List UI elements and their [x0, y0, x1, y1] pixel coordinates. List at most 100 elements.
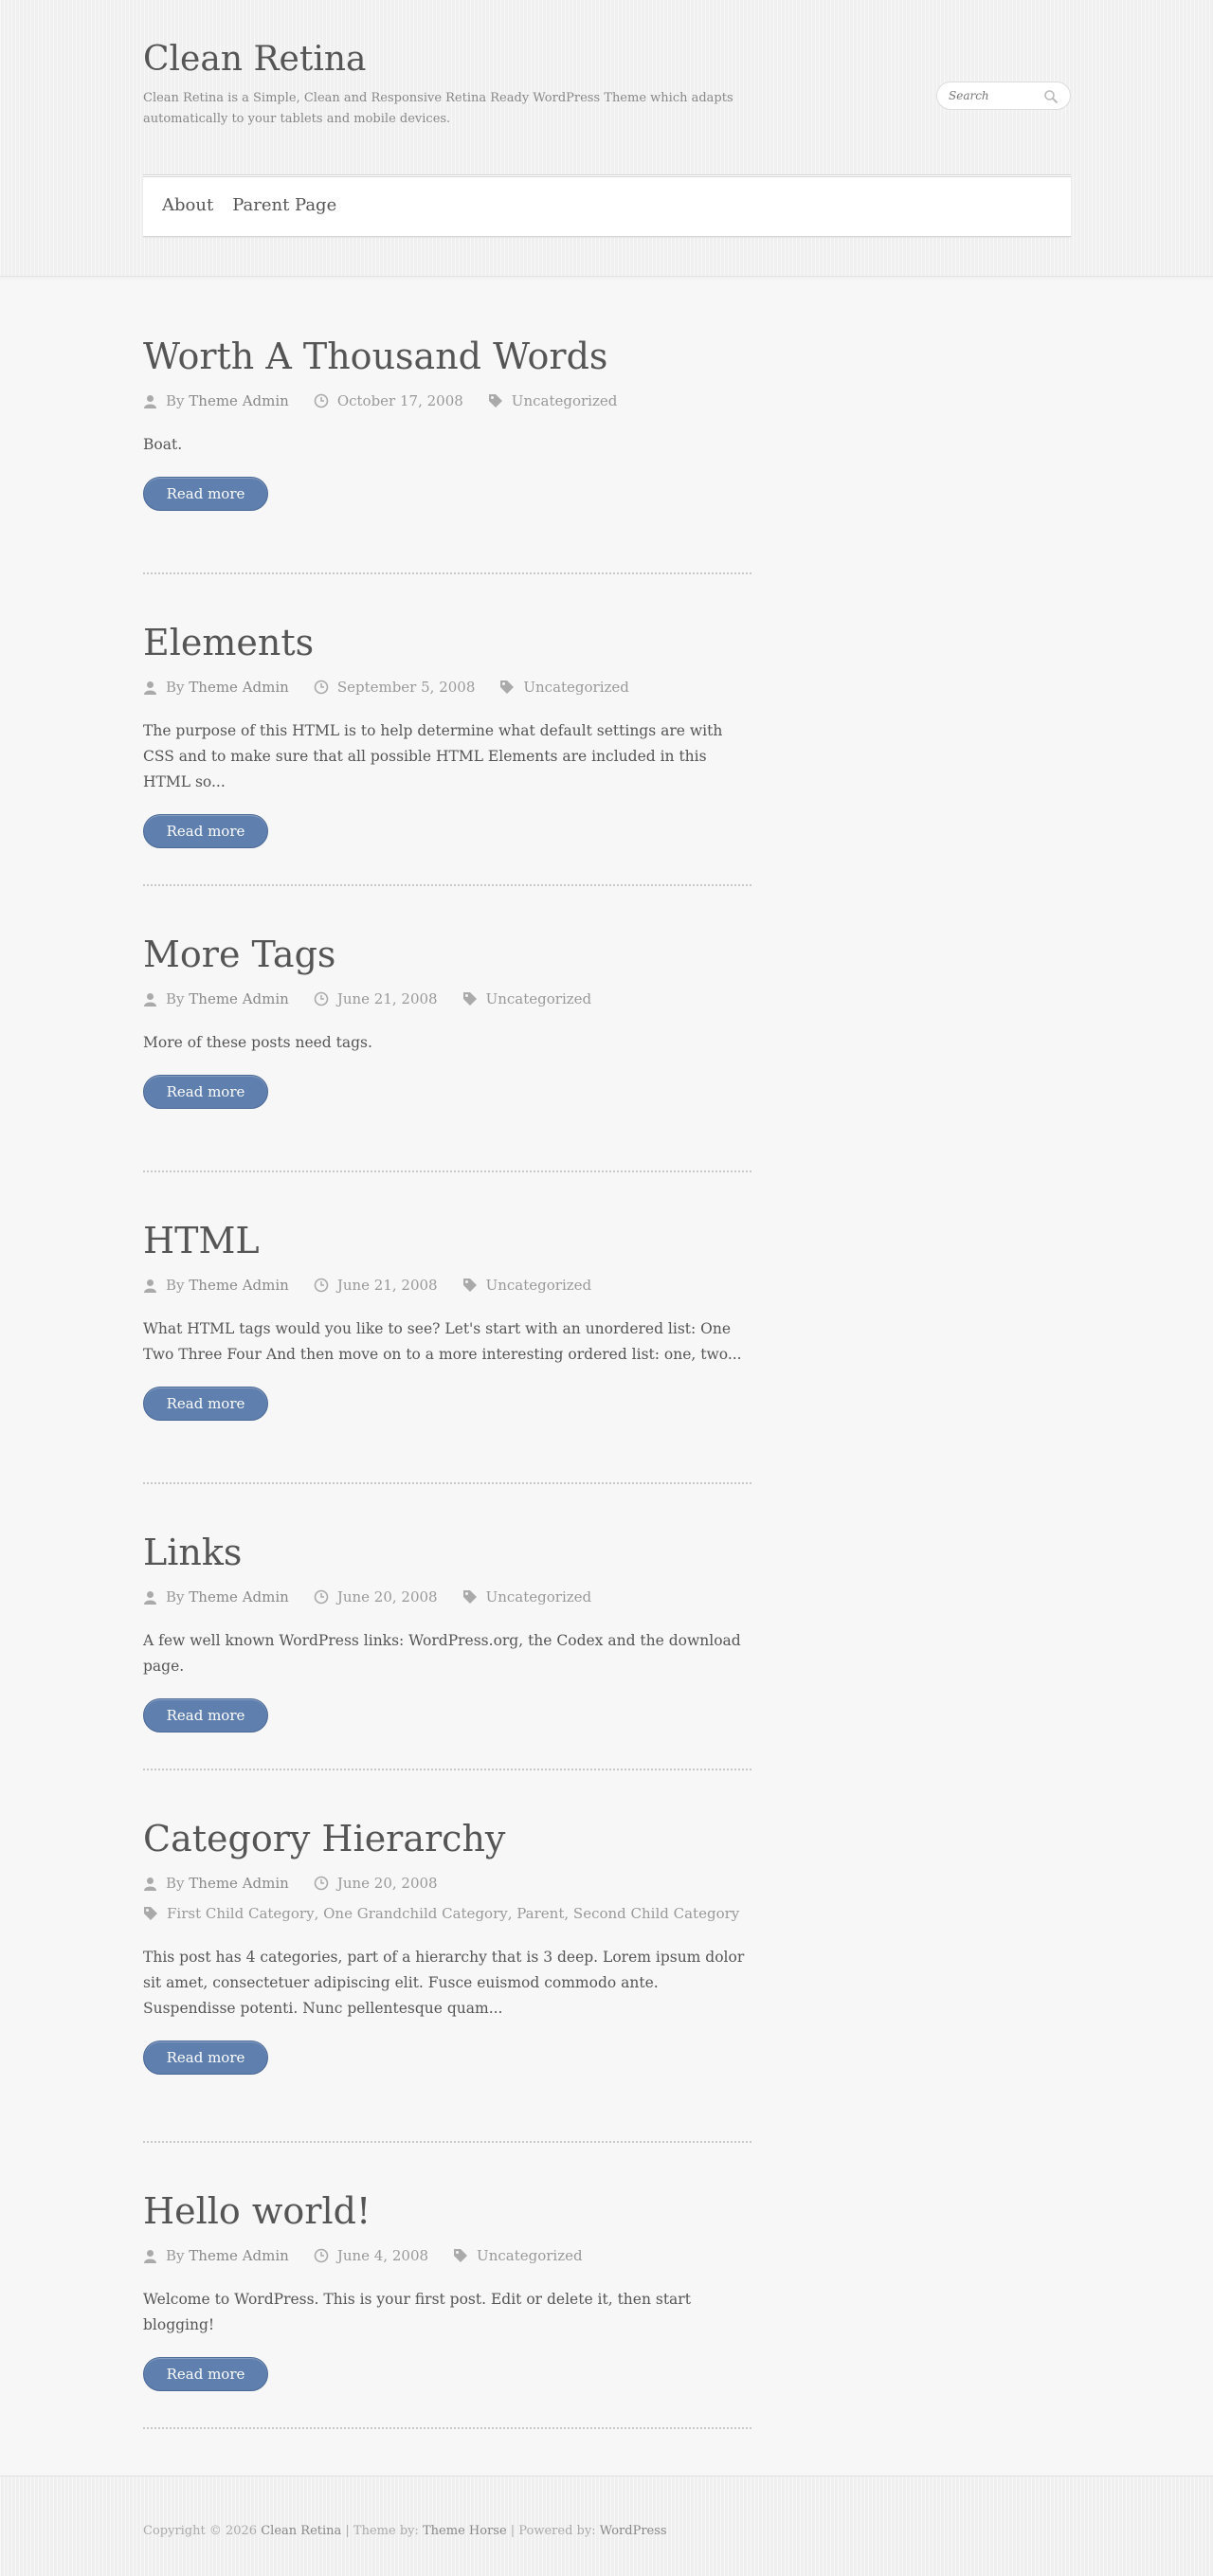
post-title[interactable]: HTML: [143, 1218, 751, 1263]
footer-theme-link[interactable]: Theme Horse: [423, 2524, 507, 2538]
search-form: [936, 82, 1071, 110]
post-author[interactable]: Theme Admin: [189, 1875, 289, 1892]
post-date[interactable]: June 20, 2008: [337, 1875, 438, 1892]
theme-by-label: | Theme by:: [345, 2524, 419, 2538]
post-title[interactable]: Links: [143, 1530, 751, 1575]
post-separator: [143, 884, 751, 886]
post-meta: By Theme Admin June 4, 2008 Uncategorize…: [143, 2245, 751, 2266]
category-link[interactable]: Second Child Category: [573, 1905, 739, 1922]
by-label: By: [166, 392, 185, 409]
read-more-button[interactable]: Read more: [143, 1075, 268, 1109]
category-link[interactable]: Parent: [516, 1905, 564, 1922]
nav-item-about[interactable]: About: [153, 177, 223, 234]
footer-credits: Copyright © 2026 Clean Retina | Theme by…: [143, 2524, 667, 2538]
main-navigation: About Parent Page: [143, 174, 1071, 237]
clock-icon: [314, 680, 329, 695]
post-title[interactable]: Worth A Thousand Words: [143, 334, 751, 379]
clock-icon: [314, 393, 329, 408]
read-more-button[interactable]: Read more: [143, 2041, 268, 2075]
post-separator: [143, 1769, 751, 1770]
post-meta: By Theme Admin September 5, 2008 Uncateg…: [143, 677, 751, 698]
footer-site-link[interactable]: Clean Retina: [261, 2524, 341, 2538]
post-author[interactable]: Theme Admin: [189, 1277, 289, 1294]
clock-icon: [314, 1278, 329, 1293]
by-label: By: [166, 2247, 185, 2264]
by-label: By: [166, 1875, 185, 1892]
read-more-button[interactable]: Read more: [143, 477, 268, 511]
post: HTML By Theme Admin June 21, 2008 Uncate…: [143, 1218, 751, 1421]
post-date[interactable]: June 21, 2008: [337, 990, 438, 1007]
user-icon: [144, 394, 156, 408]
post-date[interactable]: June 20, 2008: [337, 1588, 438, 1605]
post-date[interactable]: September 5, 2008: [337, 679, 476, 696]
nav-item-parent-page[interactable]: Parent Page: [223, 177, 346, 234]
read-more-button[interactable]: Read more: [143, 2357, 268, 2391]
post-excerpt: The purpose of this HTML is to help dete…: [143, 722, 723, 790]
footer-wordpress-link[interactable]: WordPress: [600, 2524, 667, 2538]
post: Elements By Theme Admin September 5, 200…: [143, 620, 751, 848]
site-title[interactable]: Clean Retina: [143, 40, 367, 79]
post: More Tags By Theme Admin June 21, 2008 U…: [143, 932, 751, 1109]
tag-icon: [500, 680, 515, 694]
post-title[interactable]: Category Hierarchy: [143, 1816, 751, 1861]
post-author[interactable]: Theme Admin: [189, 1588, 289, 1605]
post-separator: [143, 572, 751, 574]
post-meta: By Theme Admin June 20, 2008: [143, 1873, 751, 1894]
post-meta: By Theme Admin June 21, 2008 Uncategoriz…: [143, 989, 751, 1009]
clock-icon: [314, 2248, 329, 2263]
post-title[interactable]: More Tags: [143, 932, 751, 977]
post-meta: By Theme Admin June 21, 2008 Uncategoriz…: [143, 1275, 751, 1296]
clock-icon: [314, 991, 329, 1007]
post: Links By Theme Admin June 20, 2008 Uncat…: [143, 1530, 751, 1732]
post-author[interactable]: Theme Admin: [189, 990, 289, 1007]
search-input[interactable]: [949, 82, 1043, 109]
post: Worth A Thousand Words By Theme Admin Oc…: [143, 334, 751, 511]
user-icon: [144, 680, 156, 695]
post-author[interactable]: Theme Admin: [189, 392, 289, 409]
user-icon: [144, 1590, 156, 1605]
user-icon: [144, 1279, 156, 1293]
tag-icon: [462, 1279, 477, 1292]
site-description: Clean Retina is a Simple, Clean and Resp…: [143, 91, 733, 126]
post-title[interactable]: Elements: [143, 620, 751, 665]
post-date[interactable]: June 21, 2008: [337, 1277, 438, 1294]
post-excerpt: Welcome to WordPress. This is your first…: [143, 2291, 691, 2333]
post-separator: [143, 1482, 751, 1484]
post-meta: By Theme Admin June 20, 2008 Uncategoriz…: [143, 1587, 751, 1607]
post-title[interactable]: Hello world!: [143, 2188, 751, 2234]
post-date[interactable]: June 4, 2008: [337, 2247, 428, 2264]
by-label: By: [166, 990, 185, 1007]
copyright-text: Copyright © 2026: [143, 2524, 258, 2538]
user-icon: [144, 1877, 156, 1891]
by-label: By: [166, 1277, 185, 1294]
post-category[interactable]: Uncategorized: [486, 1277, 592, 1294]
read-more-button[interactable]: Read more: [143, 1387, 268, 1421]
post-category[interactable]: Uncategorized: [477, 2247, 583, 2264]
clock-icon: [314, 1876, 329, 1891]
post-category[interactable]: Uncategorized: [523, 679, 629, 696]
post-list: Worth A Thousand Words By Theme Admin Oc…: [0, 277, 1213, 2476]
post-date[interactable]: October 17, 2008: [337, 392, 463, 409]
post-category[interactable]: Uncategorized: [486, 990, 592, 1007]
by-label: By: [166, 1588, 185, 1605]
post-separator: [143, 1170, 751, 1172]
post-excerpt: More of these posts need tags.: [143, 1034, 372, 1051]
tag-icon: [144, 1907, 157, 1920]
post-excerpt: A few well known WordPress links: WordPr…: [143, 1632, 741, 1675]
by-label: By: [166, 679, 185, 696]
post-author[interactable]: Theme Admin: [189, 679, 289, 696]
tag-icon: [462, 1590, 477, 1604]
search-icon[interactable]: [1043, 89, 1059, 104]
category-link[interactable]: First Child Category: [167, 1905, 315, 1922]
post-category[interactable]: Uncategorized: [486, 1588, 592, 1605]
category-link[interactable]: One Grandchild Category: [323, 1905, 508, 1922]
clock-icon: [314, 1589, 329, 1605]
post-category[interactable]: Uncategorized: [512, 392, 618, 409]
post-author[interactable]: Theme Admin: [189, 2247, 289, 2264]
post-categories: First Child Category, One Grandchild Cat…: [143, 1903, 751, 1924]
read-more-button[interactable]: Read more: [143, 1698, 268, 1732]
tag-icon: [462, 992, 477, 1006]
read-more-button[interactable]: Read more: [143, 814, 268, 848]
site-header: Clean Retina Clean Retina is a Simple, C…: [0, 0, 1213, 277]
tag-icon: [454, 2249, 468, 2262]
